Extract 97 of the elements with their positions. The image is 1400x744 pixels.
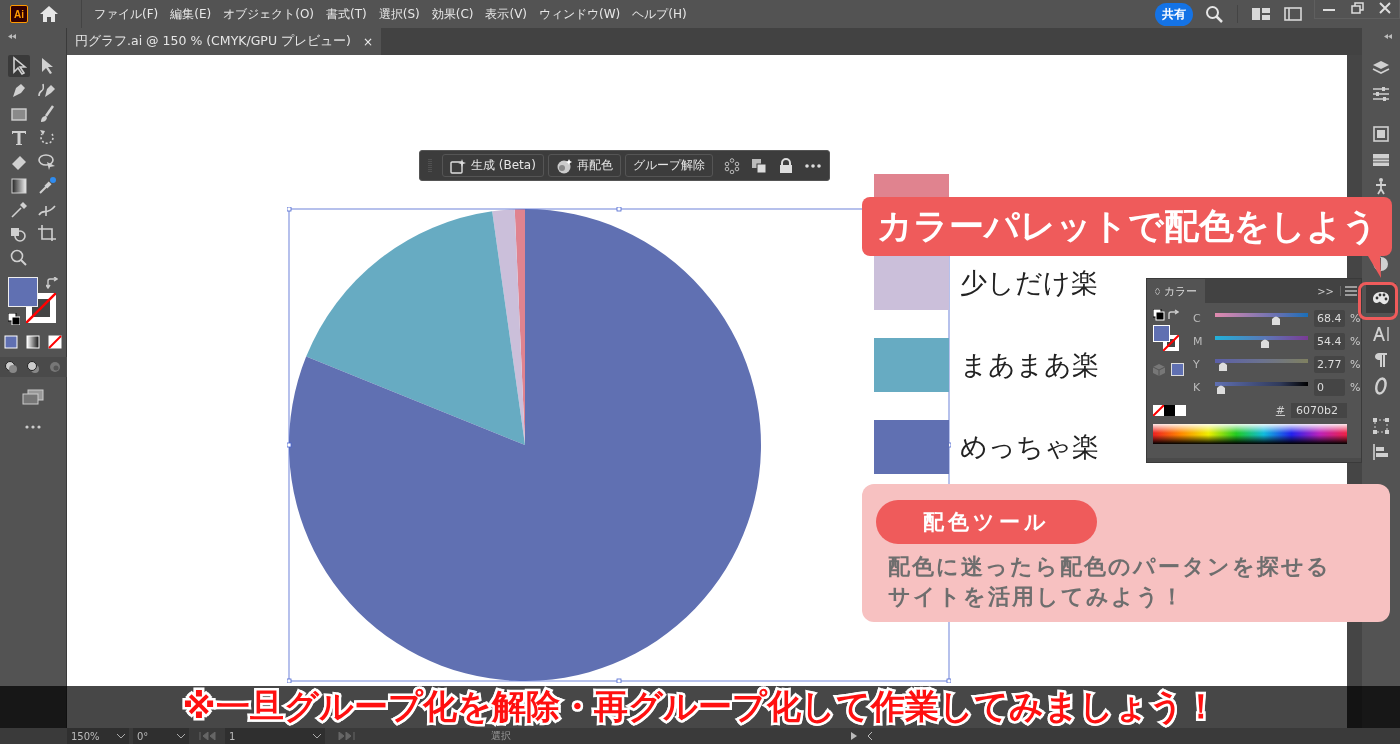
layers-icon[interactable]: [1372, 59, 1390, 77]
sliders-icon[interactable]: [1372, 85, 1390, 103]
collapse-icon[interactable]: [1384, 34, 1392, 39]
menu-item[interactable]: 表示(V): [485, 5, 528, 23]
hash-label: #: [1275, 404, 1285, 417]
menu-item[interactable]: ヘルプ(H): [632, 5, 687, 23]
toolbar-button[interactable]: 再配色: [547, 154, 621, 177]
status-field[interactable]: 150%: [67, 728, 129, 744]
legend-label: まあまあ楽: [960, 348, 1099, 382]
gradient-mode-icon[interactable]: [26, 335, 40, 349]
chevron-down-icon: [177, 733, 185, 739]
unit-label: %: [1350, 381, 1361, 394]
unit-label: %: [1350, 312, 1361, 325]
color-swatch[interactable]: [1175, 405, 1186, 416]
chevron-down-icon: [117, 733, 125, 739]
channel-label: K: [1193, 381, 1202, 394]
share-button[interactable]: 共有: [1155, 2, 1193, 26]
status-field[interactable]: 0°: [133, 728, 189, 744]
transform-icon[interactable]: [1372, 417, 1390, 435]
menu-item[interactable]: ウィンドウ(W): [539, 5, 621, 23]
none-mode-icon[interactable]: [48, 335, 62, 349]
chevron-left-icon[interactable]: [867, 732, 872, 740]
menu-icon[interactable]: [1340, 286, 1357, 296]
close-tab-button[interactable]: ×: [362, 34, 373, 49]
lock-icon[interactable]: [777, 157, 794, 174]
color-swatch[interactable]: [1164, 405, 1175, 416]
draw-normal-icon[interactable]: [4, 360, 18, 374]
channel-label: M: [1193, 335, 1204, 348]
palette-icon[interactable]: [1366, 283, 1396, 313]
toolbar-button[interactable]: グループ解除: [624, 154, 713, 177]
menu-item[interactable]: 選択(S): [378, 5, 420, 23]
fill-swatch[interactable]: [8, 277, 38, 307]
resize-grip[interactable]: [1147, 458, 1361, 462]
isolate-icon[interactable]: [723, 157, 740, 174]
character-icon[interactable]: [1372, 325, 1390, 343]
channel-label: C: [1193, 312, 1202, 325]
home-icon[interactable]: [39, 5, 59, 23]
gradient-icon[interactable]: [8, 175, 30, 197]
slider-thumb[interactable]: [1217, 361, 1230, 371]
unit-label: %: [1350, 358, 1361, 371]
sparkle-palette-icon: [555, 157, 572, 174]
highlight-ring: [1358, 282, 1398, 320]
slider-thumb[interactable]: [1270, 315, 1283, 325]
value-field[interactable]: 54.4: [1314, 333, 1345, 350]
more-icon[interactable]: [25, 425, 41, 429]
more-icon[interactable]: [804, 163, 821, 168]
callout-tail: [1368, 256, 1382, 278]
table-icon[interactable]: [1372, 151, 1390, 169]
current-tool-label: 選択: [491, 729, 511, 743]
unit-label: %: [1350, 335, 1361, 348]
channel-label: Y: [1193, 358, 1201, 371]
tip-text: 配色に迷ったら配色のパータンを探せる: [888, 553, 1332, 581]
tip-badge: 配色ツール: [876, 500, 1097, 544]
slider-thumb[interactable]: [1258, 338, 1271, 348]
web-safe-swatch[interactable]: [1171, 363, 1184, 376]
hex-field[interactable]: 6070b2: [1291, 403, 1347, 418]
draw-behind-icon[interactable]: [26, 360, 40, 374]
callout-title: カラーパレットで配色をしよう: [862, 197, 1392, 256]
app-logo[interactable]: Ai: [10, 5, 28, 23]
align-icon[interactable]: [1372, 443, 1390, 461]
default-colors-icon[interactable]: [1153, 309, 1179, 321]
expand-panel-button[interactable]: >>: [1317, 285, 1334, 297]
value-field[interactable]: 0: [1314, 379, 1345, 396]
sparkle-frame-icon: [450, 157, 466, 174]
search-icon[interactable]: [1205, 5, 1223, 23]
screen-mode-icon[interactable]: [22, 389, 44, 405]
value-field[interactable]: 68.4: [1314, 310, 1345, 327]
layout-icon[interactable]: [1252, 7, 1270, 21]
menu-item[interactable]: 編集(E): [170, 5, 212, 23]
color-mode-icon[interactable]: [4, 335, 18, 349]
document-tab[interactable]: 円グラフ.ai @ 150 % (CMYK/GPU プレビュー) ×: [67, 28, 381, 55]
menu-item[interactable]: 効果(C): [431, 5, 474, 23]
swap-icon[interactable]: [46, 277, 58, 289]
legend-label: 少しだけ楽: [960, 266, 1098, 300]
slider-thumb[interactable]: [1215, 384, 1227, 394]
menu-item[interactable]: ファイル(F): [94, 5, 159, 23]
play-icon[interactable]: [851, 732, 857, 740]
default-colors-icon[interactable]: [8, 313, 20, 325]
paragraph-icon[interactable]: [1372, 351, 1390, 369]
value-field[interactable]: 2.77: [1314, 356, 1345, 373]
chevron-down-icon: [313, 733, 321, 739]
menu-item[interactable]: 書式(T): [326, 5, 367, 23]
arrange-icon[interactable]: [750, 157, 767, 174]
opentype-icon[interactable]: [1372, 377, 1390, 395]
status-field[interactable]: 1: [225, 728, 325, 744]
banner-text: ※一旦グループ化を解除・再グループ化して作業してみましょう！: [182, 685, 1218, 728]
panel-icon[interactable]: [1284, 7, 1302, 21]
document-title: 円グラフ.ai @ 150 % (CMYK/GPU プレビュー): [75, 33, 351, 50]
library-icon[interactable]: [1372, 125, 1390, 143]
half-circle-icon[interactable]: [1372, 255, 1390, 273]
menu-item[interactable]: オブジェクト(O): [223, 5, 315, 23]
tip-text: サイトを活用してみよう！: [888, 583, 1186, 611]
collapse-icon[interactable]: [8, 34, 16, 39]
color-spectrum[interactable]: [1153, 424, 1347, 444]
legend-label: めっちゃ楽: [960, 430, 1099, 464]
toolbar-button[interactable]: 生成 (Beta): [442, 154, 544, 177]
panel-tab[interactable]: カラー: [1147, 279, 1205, 303]
